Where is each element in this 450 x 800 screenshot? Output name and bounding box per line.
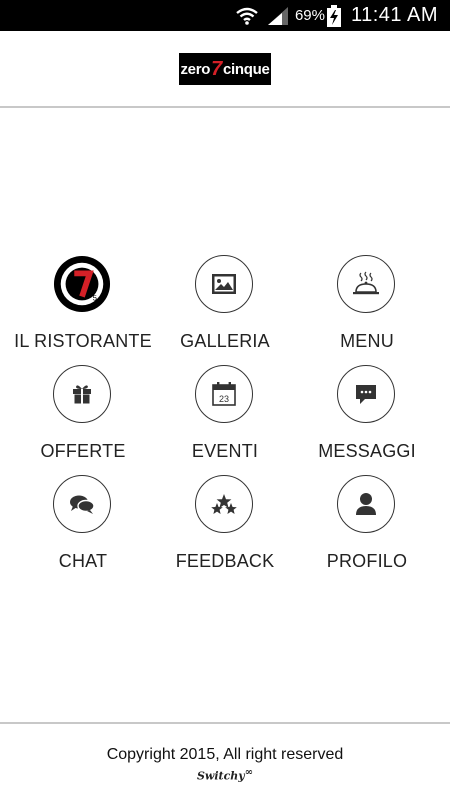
menu-item-label: GALLERIA: [180, 331, 270, 351]
restaurant-logo-icon: 5: [53, 255, 111, 313]
menu-item-label: IL RISTORANTE: [14, 331, 152, 351]
image-icon: [195, 255, 253, 313]
menu-item-label: MESSAGGI: [318, 441, 416, 461]
app-logo[interactable]: zero 7 cinque: [179, 53, 271, 85]
footer-divider: [0, 722, 450, 724]
header-divider: [0, 106, 450, 108]
menu-item-label: EVENTI: [191, 441, 259, 461]
logo-mark: 7: [211, 57, 222, 80]
copyright-text: Copyright 2015, All right reserved: [106, 746, 344, 763]
chat-icon: [53, 475, 111, 533]
signal-icon: [267, 6, 289, 26]
menu-item-galleria[interactable]: GALLERIA: [150, 255, 300, 360]
wifi-icon: [235, 6, 259, 26]
menu-item-label: CHAT: [58, 551, 108, 571]
app-header: zero 7 cinque: [0, 31, 450, 106]
svg-text:5: 5: [93, 293, 97, 302]
switchy-logo: Switchy∞: [0, 767, 450, 783]
calendar-icon: 23: [195, 365, 253, 423]
gift-icon: [53, 365, 111, 423]
message-icon: [337, 365, 395, 423]
menu-item-label: OFFERTE: [40, 441, 126, 461]
menu-item-eventi[interactable]: 23 EVENTI: [150, 365, 300, 470]
menu-item-chat[interactable]: CHAT: [8, 475, 158, 580]
battery-percent: 69%: [294, 7, 325, 24]
menu-item-label: FEEDBACK: [175, 551, 275, 571]
menu-item-label: PROFILO: [326, 551, 408, 571]
status-bar: 69% 11:41 AM: [0, 0, 450, 31]
clock: 11:41 AM: [350, 4, 438, 26]
switchy-brand: Switchy: [196, 769, 245, 783]
logo-prefix: zero: [180, 60, 211, 78]
menu-item-menu[interactable]: MENU: [292, 255, 442, 360]
user-icon: [337, 475, 395, 533]
battery-charging-icon: [326, 4, 341, 27]
menu-item-feedback[interactable]: FEEDBACK: [150, 475, 300, 580]
logo-suffix: cinque: [222, 60, 270, 78]
menu-item-profilo[interactable]: PROFILO: [292, 475, 442, 580]
calendar-day: 23: [219, 394, 229, 404]
cloche-icon: [337, 255, 395, 313]
infinity-icon: ∞: [244, 767, 254, 778]
menu-item-messaggi[interactable]: MESSAGGI: [292, 365, 442, 470]
menu-item-offerte[interactable]: OFFERTE: [8, 365, 158, 470]
menu-item-il-ristorante[interactable]: 5 IL RISTORANTE: [8, 255, 158, 360]
menu-item-label: MENU: [340, 331, 394, 351]
stars-icon: [195, 475, 253, 533]
